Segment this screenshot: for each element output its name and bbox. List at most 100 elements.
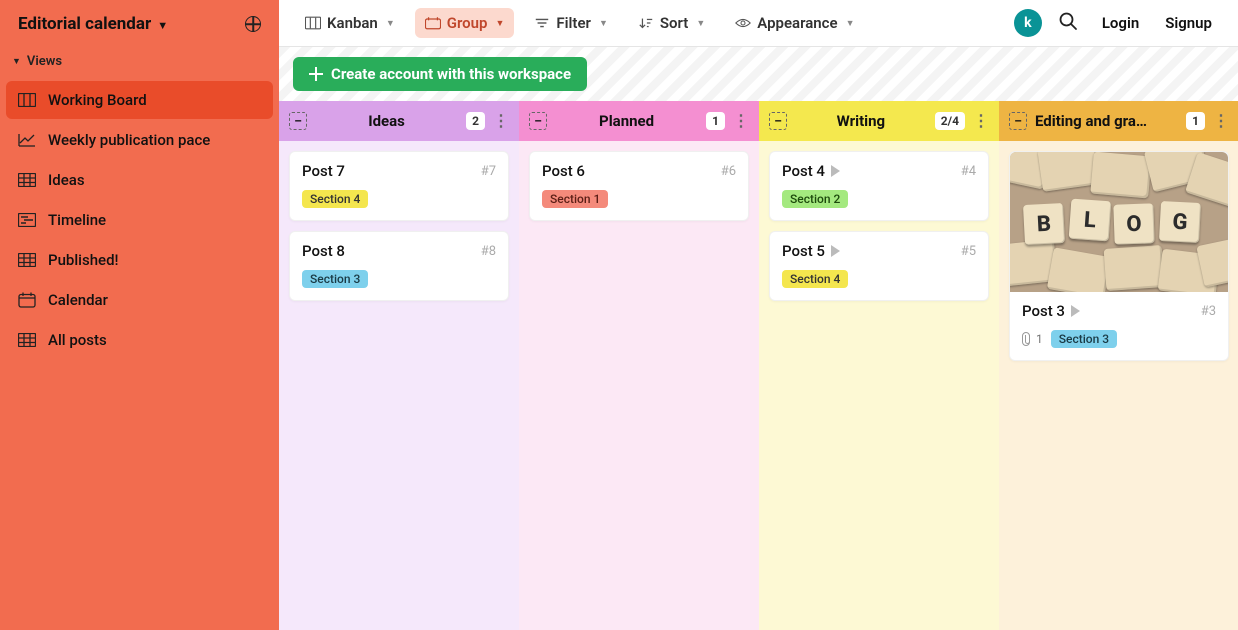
- card-number: #7: [481, 164, 496, 179]
- column-header: – Ideas 2 ⋮: [279, 101, 519, 141]
- card[interactable]: B L O G Post 3 #3: [1009, 151, 1229, 361]
- card-number: #3: [1201, 304, 1216, 319]
- views-label: Views: [27, 54, 62, 69]
- column-header: – Writing 2/4 ⋮: [759, 101, 999, 141]
- attachment-count: 1: [1036, 332, 1043, 346]
- column-body[interactable]: Post 6 #6 Section 1: [519, 141, 759, 630]
- column-menu-icon[interactable]: ⋮: [1213, 113, 1229, 129]
- sidebar-item-weekly-publication-pace[interactable]: Weekly publication pace: [6, 121, 273, 159]
- sidebar-item-label: Published!: [48, 251, 119, 269]
- card-title: Post 7: [302, 162, 345, 180]
- card[interactable]: Post 7 #7 Section 4: [289, 151, 509, 221]
- cta-banner: Create account with this workspace: [279, 47, 1238, 101]
- column-title: Writing: [795, 112, 927, 130]
- views-list: Working Board Weekly publication pace Id…: [0, 75, 279, 365]
- sidebar-item-label: Weekly publication pace: [48, 131, 210, 149]
- subtask-play-icon: [831, 245, 840, 257]
- collapse-column-icon[interactable]: –: [1009, 112, 1027, 130]
- workspace-title[interactable]: Editorial calendar ▼: [18, 14, 168, 34]
- group-icon: [425, 16, 441, 30]
- collapse-column-icon[interactable]: –: [529, 112, 547, 130]
- card-cover-image: B L O G: [1010, 152, 1228, 292]
- card-title-text: Post 4: [782, 162, 825, 180]
- chevron-down-icon: ▼: [12, 56, 21, 67]
- collapse-column-icon[interactable]: –: [769, 112, 787, 130]
- column-title: Ideas: [315, 112, 458, 130]
- section-tag: Section 1: [542, 190, 608, 208]
- avatar-initial: k: [1024, 15, 1031, 31]
- board-icon: [305, 16, 321, 30]
- sidebar-header: Editorial calendar ▼: [0, 0, 279, 48]
- sidebar-item-label: All posts: [48, 331, 107, 349]
- card-number: #5: [961, 244, 976, 259]
- caret-down-icon: ▼: [696, 18, 705, 29]
- filter-icon: [534, 16, 550, 30]
- sidebar: Editorial calendar ▼ ▼ Views Working Boa…: [0, 0, 279, 630]
- table-icon: [18, 252, 36, 268]
- section-tag: Section 4: [782, 270, 848, 288]
- column-menu-icon[interactable]: ⋮: [493, 113, 509, 129]
- collapse-column-icon[interactable]: –: [289, 112, 307, 130]
- sidebar-item-working-board[interactable]: Working Board: [6, 81, 273, 119]
- eye-icon: [735, 16, 751, 30]
- column-count: 1: [706, 112, 725, 130]
- caret-down-icon: ▼: [846, 18, 855, 29]
- column-header: – Editing and gra… 1 ⋮: [999, 101, 1238, 141]
- appearance-button[interactable]: Appearance ▼: [725, 8, 864, 38]
- sidebar-item-published[interactable]: Published!: [6, 241, 273, 279]
- view-type-kanban[interactable]: Kanban ▼: [295, 8, 405, 38]
- sidebar-item-label: Timeline: [48, 211, 106, 229]
- sidebar-item-label: Ideas: [48, 171, 85, 189]
- column-body[interactable]: B L O G Post 3 #3: [999, 141, 1238, 630]
- views-section-toggle[interactable]: ▼ Views: [0, 48, 279, 75]
- card-title-text: Post 5: [782, 242, 825, 260]
- filter-label: Filter: [556, 14, 591, 32]
- card[interactable]: Post 8 #8 Section 3: [289, 231, 509, 301]
- card-number: #4: [961, 164, 976, 179]
- globe-icon[interactable]: [245, 16, 261, 32]
- column-ideas: – Ideas 2 ⋮ Post 7 #7 Section 4: [279, 101, 519, 630]
- signup-link[interactable]: Signup: [1157, 8, 1220, 38]
- timeline-icon: [18, 212, 36, 228]
- caret-down-icon: ▼: [386, 18, 395, 29]
- card-number: #8: [481, 244, 496, 259]
- sort-button[interactable]: Sort ▼: [628, 8, 715, 38]
- calendar-icon: [18, 292, 36, 308]
- column-body[interactable]: Post 4 #4 Section 2 Post 5: [759, 141, 999, 630]
- card[interactable]: Post 6 #6 Section 1: [529, 151, 749, 221]
- card-title: Post 3: [1022, 302, 1080, 320]
- card[interactable]: Post 5 #5 Section 4: [769, 231, 989, 301]
- card[interactable]: Post 4 #4 Section 2: [769, 151, 989, 221]
- card-title-text: Post 3: [1022, 302, 1065, 320]
- column-count: 1: [1186, 112, 1205, 130]
- sidebar-item-calendar[interactable]: Calendar: [6, 281, 273, 319]
- column-title: Editing and gra…: [1035, 112, 1178, 130]
- login-link[interactable]: Login: [1094, 8, 1147, 38]
- column-header: – Planned 1 ⋮: [519, 101, 759, 141]
- section-tag: Section 2: [782, 190, 848, 208]
- table-icon: [18, 172, 36, 188]
- column-menu-icon[interactable]: ⋮: [973, 113, 989, 129]
- create-account-button[interactable]: Create account with this workspace: [293, 57, 587, 91]
- column-planned: – Planned 1 ⋮ Post 6 #6 Section 1: [519, 101, 759, 630]
- column-body[interactable]: Post 7 #7 Section 4 Post 8 #8: [279, 141, 519, 630]
- sidebar-item-timeline[interactable]: Timeline: [6, 201, 273, 239]
- avatar[interactable]: k: [1014, 9, 1042, 37]
- paperclip-icon: [1022, 332, 1030, 346]
- kanban-board: – Ideas 2 ⋮ Post 7 #7 Section 4: [279, 101, 1238, 630]
- column-menu-icon[interactable]: ⋮: [733, 113, 749, 129]
- caret-down-icon: ▼: [157, 19, 168, 32]
- plus-icon: [309, 67, 323, 81]
- sidebar-item-ideas[interactable]: Ideas: [6, 161, 273, 199]
- group-button[interactable]: Group ▼: [415, 8, 515, 38]
- main: Kanban ▼ Group ▼ Filter ▼ Sort ▼ Appeara…: [279, 0, 1238, 630]
- search-button[interactable]: [1052, 7, 1084, 39]
- subtask-play-icon: [831, 165, 840, 177]
- cta-label: Create account with this workspace: [331, 65, 571, 83]
- sidebar-item-all-posts[interactable]: All posts: [6, 321, 273, 359]
- search-icon: [1058, 11, 1078, 31]
- filter-button[interactable]: Filter ▼: [524, 8, 617, 38]
- topbar: Kanban ▼ Group ▼ Filter ▼ Sort ▼ Appeara…: [279, 0, 1238, 47]
- section-tag: Section 3: [1051, 330, 1117, 348]
- chart-line-icon: [18, 132, 36, 148]
